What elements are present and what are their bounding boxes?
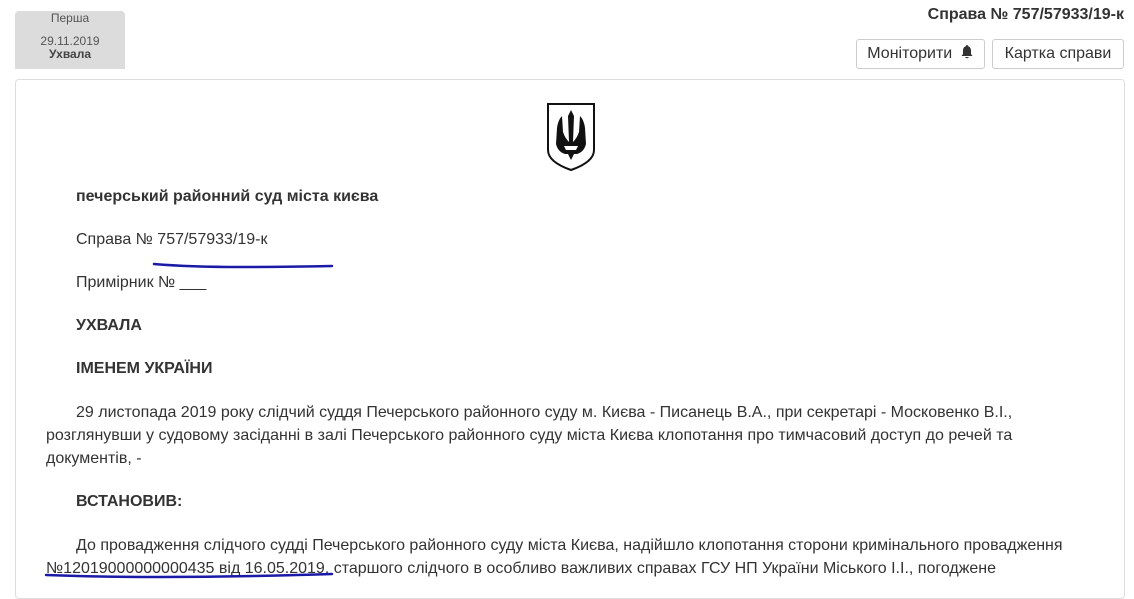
instance-tab[interactable]: Перша 29.11.2019 Ухвала [15, 11, 125, 69]
paragraph-petition: До провадження слідчого судді Печерськог… [46, 537, 1063, 577]
established-heading: ВСТАНОВИВ: [76, 493, 183, 510]
document-panel: печерський районний суд міста києва Спра… [15, 79, 1125, 599]
page-title-case-number: Справа № 757/57933/19-к [927, 6, 1124, 23]
tab-date: 29.11.2019 [40, 34, 100, 48]
ukraine-trident-emblem-icon [547, 103, 595, 172]
paragraph-hearing: 29 листопада 2019 року слідчий суддя Печ… [46, 404, 1013, 467]
copy-number-line: Примірник № ___ [76, 274, 207, 291]
case-number-line: Справа № 757/57933/19-к [76, 231, 268, 248]
decision-type-heading: УХВАЛА [76, 317, 142, 334]
tab-instance-label: Перша [50, 11, 90, 25]
monitor-button[interactable]: Моніторити [856, 39, 985, 69]
bell-icon [961, 45, 973, 59]
case-card-button[interactable]: Картка справи [992, 39, 1124, 69]
in-the-name-heading: ІМЕНЕМ УКРАЇНИ [76, 360, 213, 377]
monitor-button-label: Моніторити [867, 45, 953, 62]
tab-decision-type: Ухвала [48, 47, 92, 61]
court-name: печерський районний суд міста києва [76, 188, 379, 205]
